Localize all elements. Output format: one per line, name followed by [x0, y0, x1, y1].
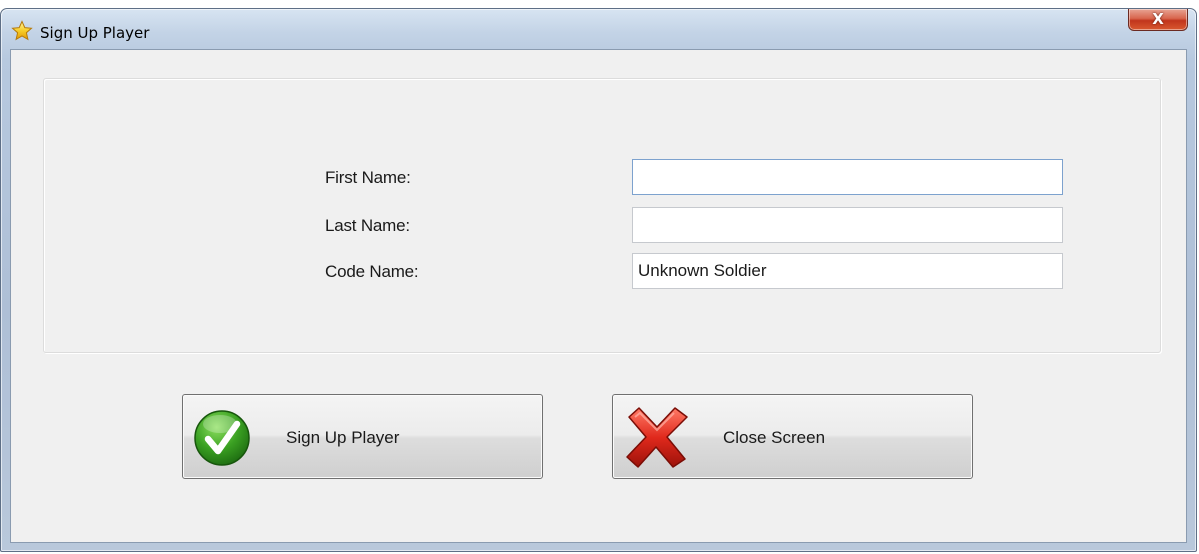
close-icon: X	[1152, 12, 1164, 27]
code-name-field[interactable]	[632, 253, 1063, 289]
client-area: First Name: Last Name: Code Name:	[10, 49, 1187, 543]
red-x-icon	[621, 403, 693, 476]
sign-up-player-label: Sign Up Player	[286, 428, 399, 448]
sign-up-player-button[interactable]: Sign Up Player	[182, 394, 543, 479]
last-name-field[interactable]	[632, 207, 1063, 243]
green-checkmark-icon	[193, 409, 251, 472]
first-name-label: First Name:	[325, 168, 411, 188]
code-name-label: Code Name:	[325, 262, 418, 282]
player-info-groupbox: First Name: Last Name: Code Name:	[43, 78, 1161, 353]
first-name-field[interactable]	[632, 159, 1063, 195]
last-name-label: Last Name:	[325, 216, 410, 236]
star-icon	[11, 20, 33, 42]
sign-up-player-window: Sign Up Player X First Name: Last Name: …	[0, 8, 1197, 552]
window-title: Sign Up Player	[40, 24, 149, 42]
title-bar[interactable]: Sign Up Player X	[1, 9, 1196, 49]
close-screen-button[interactable]: Close Screen	[612, 394, 973, 479]
close-screen-label: Close Screen	[723, 428, 825, 448]
window-close-button[interactable]: X	[1128, 9, 1188, 31]
